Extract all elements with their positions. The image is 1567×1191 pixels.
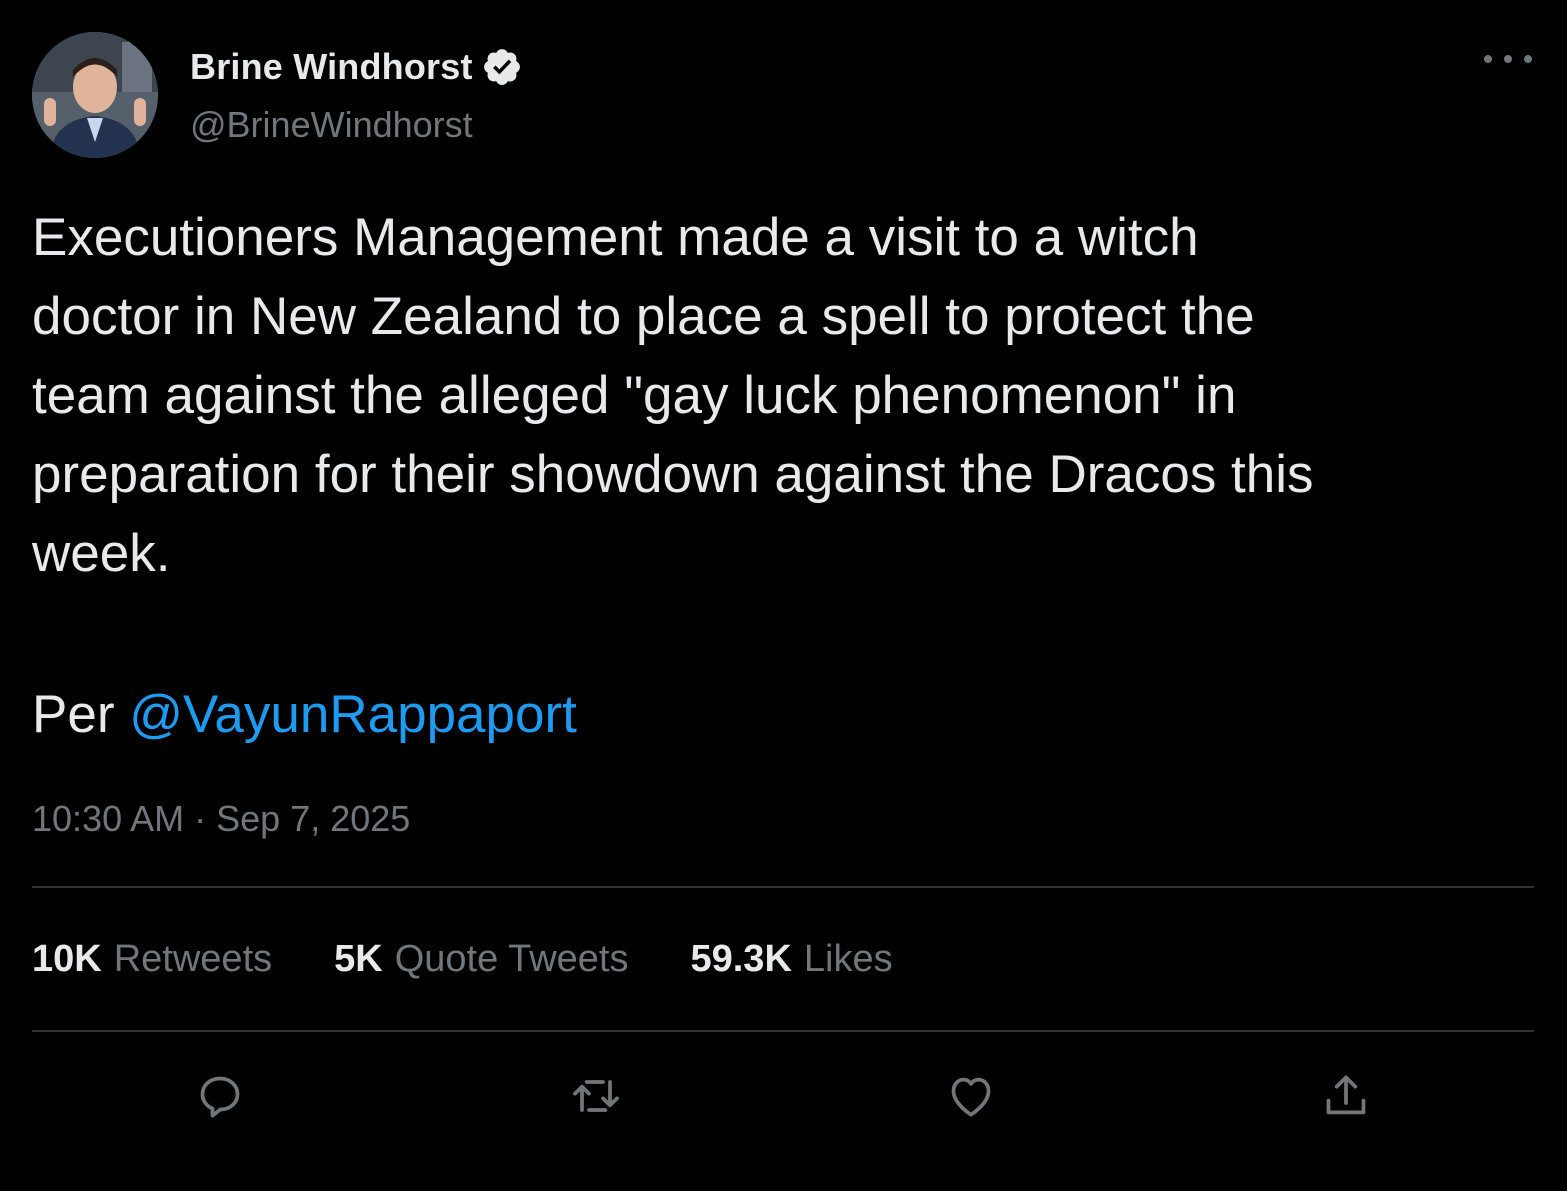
more-dot (1504, 55, 1512, 63)
tweet-text: Executioners Management made a visit to … (32, 208, 1314, 583)
retweet-button[interactable] (566, 1066, 626, 1126)
retweets-stat[interactable]: 10K Retweets (32, 938, 272, 981)
more-options-icon[interactable] (1484, 44, 1532, 74)
tweet-attribution: Per @VayunRappaport (32, 675, 577, 754)
like-icon (951, 1077, 991, 1117)
tweet-date: Sep 7, 2025 (216, 798, 411, 839)
more-dot (1524, 55, 1532, 63)
share-icon (1326, 1075, 1366, 1115)
mention-link[interactable]: @VayunRappaport (129, 685, 577, 744)
divider (32, 886, 1534, 888)
quote-tweets-count: 5K (334, 938, 383, 980)
retweet-icon (573, 1080, 619, 1112)
more-dot (1484, 55, 1492, 63)
likes-count: 59.3K (690, 938, 792, 980)
tweet-card: Brine Windhorst @BrineWindhorst Executio… (0, 0, 1567, 1191)
attribution-prefix: Per (32, 685, 130, 744)
author-handle[interactable]: @BrineWindhorst (190, 104, 473, 146)
author-display-name[interactable]: Brine Windhorst (190, 46, 473, 88)
reply-icon (200, 1076, 240, 1118)
retweets-count: 10K (32, 938, 102, 980)
share-button[interactable] (1316, 1066, 1376, 1126)
avatar[interactable] (32, 32, 158, 158)
likes-stat[interactable]: 59.3K Likes (690, 938, 892, 981)
retweets-label: Retweets (113, 938, 273, 980)
meta-separator: · (194, 798, 207, 839)
quote-tweets-stat[interactable]: 5K Quote Tweets (334, 938, 628, 981)
tweet-timestamp[interactable]: 10:30 AM · Sep 7, 2025 (32, 798, 410, 840)
likes-label: Likes (803, 938, 893, 980)
quote-tweets-label: Quote Tweets (394, 938, 629, 980)
person-avatar-icon (32, 32, 158, 158)
tweet-time: 10:30 AM (32, 798, 185, 839)
author-name-row[interactable]: Brine Windhorst (190, 44, 523, 90)
reply-button[interactable] (190, 1066, 250, 1126)
verified-badge-icon (481, 46, 523, 88)
divider (32, 1030, 1534, 1032)
engagement-stats: 10K Retweets 5K Quote Tweets 59.3K Likes (32, 938, 955, 981)
like-button[interactable] (941, 1066, 1001, 1126)
